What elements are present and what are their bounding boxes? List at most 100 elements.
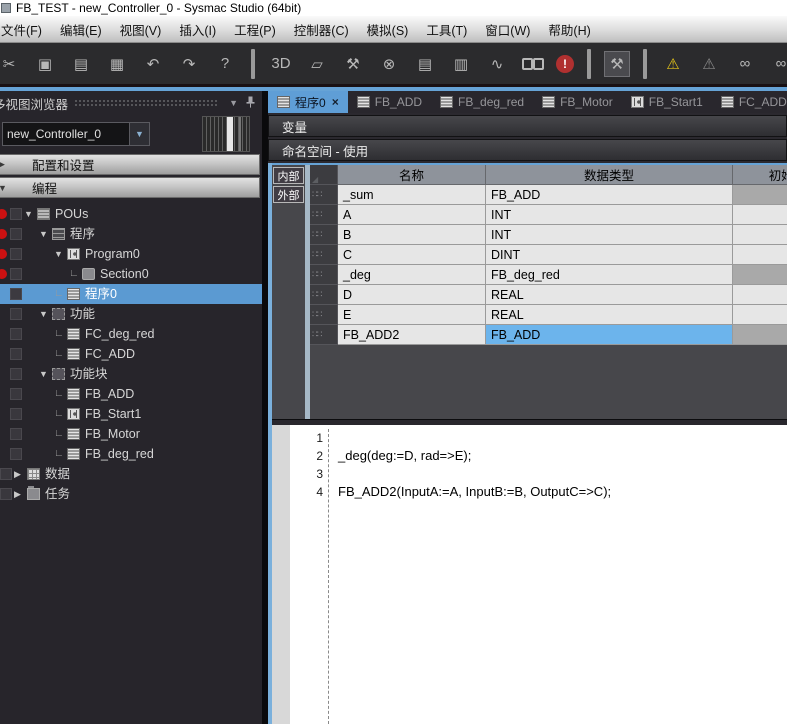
check-program-icon[interactable]: ▤ [412, 51, 438, 77]
variable-name-cell[interactable]: A [338, 205, 486, 225]
expand-open-icon[interactable]: ▼ [24, 204, 37, 224]
menu-item-c[interactable]: 控制器(C) [285, 16, 358, 43]
controller-select[interactable]: new_Controller_0 ▼ [2, 122, 150, 146]
variable-init-cell[interactable] [733, 245, 787, 265]
expand-open-icon[interactable]: ▼ [54, 244, 67, 264]
tree-item-程序[interactable]: ▼程序 [0, 224, 262, 244]
row-handle[interactable]: ∷∷ [310, 245, 338, 265]
code-line[interactable]: FB_ADD2(InputA:=A, InputB:=B, OutputC=>C… [338, 483, 787, 501]
row-handle[interactable]: ∷∷ [310, 225, 338, 245]
variable-name-cell[interactable]: FB_ADD2 [338, 325, 486, 345]
menu-item-t[interactable]: 工具(T) [417, 16, 476, 43]
variable-init-cell[interactable] [733, 205, 787, 225]
variable-type-cell[interactable]: FB_ADD [486, 325, 733, 345]
menu-item-p[interactable]: 工程(P) [225, 16, 285, 43]
init-column-header[interactable]: 初始值 [733, 165, 787, 185]
tree-item-FB_deg_red[interactable]: ∟FB_deg_red [0, 444, 262, 464]
tree-item-数据[interactable]: ▶数据 [0, 464, 262, 484]
tab-FB_ADD[interactable]: FB_ADD [348, 91, 431, 113]
menu-item-h[interactable]: 帮助(H) [539, 16, 599, 43]
expand-open-icon[interactable]: ▼ [39, 364, 52, 384]
row-handle[interactable]: ∷∷ [310, 285, 338, 305]
search-icon[interactable] [520, 51, 546, 77]
scope-tab-内部[interactable]: 内部 [273, 167, 304, 184]
expand-open-icon[interactable]: ▼ [39, 224, 52, 244]
stop-monitor-icon[interactable]: ∞ [768, 51, 787, 77]
tree-item-FB_ADD[interactable]: ∟FB_ADD [0, 384, 262, 404]
variable-init-cell[interactable] [733, 185, 787, 205]
tree-item-FC_deg_red[interactable]: ∟FC_deg_red [0, 324, 262, 344]
section-configuration[interactable]: ▶ 配置和设置 [0, 154, 260, 175]
check-table-icon[interactable]: ▥ [448, 51, 474, 77]
row-handle[interactable]: ∷∷ [310, 305, 338, 325]
expand-closed-icon[interactable]: ▶ [14, 484, 27, 504]
tab-FC_ADD[interactable]: FC_ADD [712, 91, 787, 113]
variable-name-cell[interactable]: E [338, 305, 486, 325]
tree-item-任务[interactable]: ▶任务 [0, 484, 262, 504]
code-line[interactable] [338, 429, 787, 447]
variable-name-cell[interactable]: _sum [338, 185, 486, 205]
menu-item-e[interactable]: 编辑(E) [51, 16, 111, 43]
abort-icon[interactable]: ! [556, 55, 574, 73]
code-line[interactable] [338, 465, 787, 483]
pin-icon[interactable] [246, 96, 255, 111]
undo-icon[interactable]: ↶ [140, 51, 166, 77]
tree-item-POUs[interactable]: ▼POUs [0, 204, 262, 224]
tab-FB_deg_red[interactable]: FB_deg_red [431, 91, 533, 113]
variable-name-cell[interactable]: _deg [338, 265, 486, 285]
row-handle[interactable]: ∷∷ [310, 185, 338, 205]
tab-程序0[interactable]: 程序0× [268, 91, 348, 113]
variable-type-cell[interactable]: REAL [486, 305, 733, 325]
variable-name-cell[interactable]: B [338, 225, 486, 245]
tab-close-icon[interactable]: × [332, 95, 339, 109]
name-column-header[interactable]: 名称 [338, 165, 486, 185]
help-icon[interactable]: ? [212, 51, 238, 77]
row-handle[interactable]: ∷∷ [310, 205, 338, 225]
variable-type-cell[interactable]: INT [486, 225, 733, 245]
code-lines[interactable]: _deg(deg:=D, rad=>E);FB_ADD2(InputA:=A, … [328, 429, 787, 724]
variable-init-cell[interactable] [733, 285, 787, 305]
check-waveform-icon[interactable]: ∿ [484, 51, 510, 77]
window-layout-icon[interactable]: ▱ [304, 51, 330, 77]
variable-name-cell[interactable]: D [338, 285, 486, 305]
rebuild-icon[interactable]: ⊗ [376, 51, 402, 77]
expand-open-icon[interactable]: ▼ [39, 304, 52, 324]
variable-init-cell[interactable] [733, 265, 787, 285]
section-programming[interactable]: ▼ 编程 [0, 177, 260, 198]
online-edit-icon[interactable]: ⚒ [604, 51, 630, 77]
tree-item-FB_Start1[interactable]: ∟FB_Start1 [0, 404, 262, 424]
tree-item-程序0[interactable]: ∟程序0 [0, 284, 262, 304]
delete-icon[interactable]: ▦ [104, 51, 130, 77]
copy-icon[interactable]: ▣ [32, 51, 58, 77]
build-icon[interactable]: ⚒ [340, 51, 366, 77]
controller-select-arrow-icon[interactable]: ▼ [129, 123, 149, 145]
st-code-editor[interactable]: 1234 _deg(deg:=D, rad=>E);FB_ADD2(InputA… [272, 425, 787, 724]
menu-item-f[interactable]: 文件(F) [0, 16, 51, 43]
variable-init-cell[interactable] [733, 225, 787, 245]
namespace-bar[interactable]: 命名空间 - 使用 [268, 139, 787, 161]
variable-type-cell[interactable]: REAL [486, 285, 733, 305]
variable-type-cell[interactable]: DINT [486, 245, 733, 265]
variable-init-cell[interactable] [733, 305, 787, 325]
tree-item-FB_Motor[interactable]: ∟FB_Motor [0, 424, 262, 444]
warning-disabled-icon[interactable]: ⚠ [696, 51, 722, 77]
scope-tab-外部[interactable]: 外部 [273, 186, 304, 203]
tree-item-功能块[interactable]: ▼功能块 [0, 364, 262, 384]
type-column-header[interactable]: 数据类型 [486, 165, 733, 185]
3d-view-icon[interactable]: 3D [268, 51, 294, 77]
menu-item-v[interactable]: 视图(V) [111, 16, 171, 43]
variables-bar[interactable]: 变量 [268, 115, 787, 137]
row-handle[interactable]: ∷∷ [310, 325, 338, 345]
expand-closed-icon[interactable]: ▶ [14, 464, 27, 484]
variable-type-cell[interactable]: FB_ADD [486, 185, 733, 205]
variable-type-cell[interactable]: INT [486, 205, 733, 225]
menu-item-s[interactable]: 模拟(S) [358, 16, 418, 43]
monitor-glasses-icon[interactable]: ∞ [732, 51, 758, 77]
tab-FB_Start1[interactable]: FB_Start1 [622, 91, 712, 113]
menu-item-i[interactable]: 插入(I) [170, 16, 225, 43]
menu-item-w[interactable]: 窗口(W) [476, 16, 539, 43]
row-handle[interactable]: ∷∷ [310, 265, 338, 285]
tree-item-功能[interactable]: ▼功能 [0, 304, 262, 324]
warning-enabled-icon[interactable]: ⚠ [660, 51, 686, 77]
tab-FB_Motor[interactable]: FB_Motor [533, 91, 622, 113]
